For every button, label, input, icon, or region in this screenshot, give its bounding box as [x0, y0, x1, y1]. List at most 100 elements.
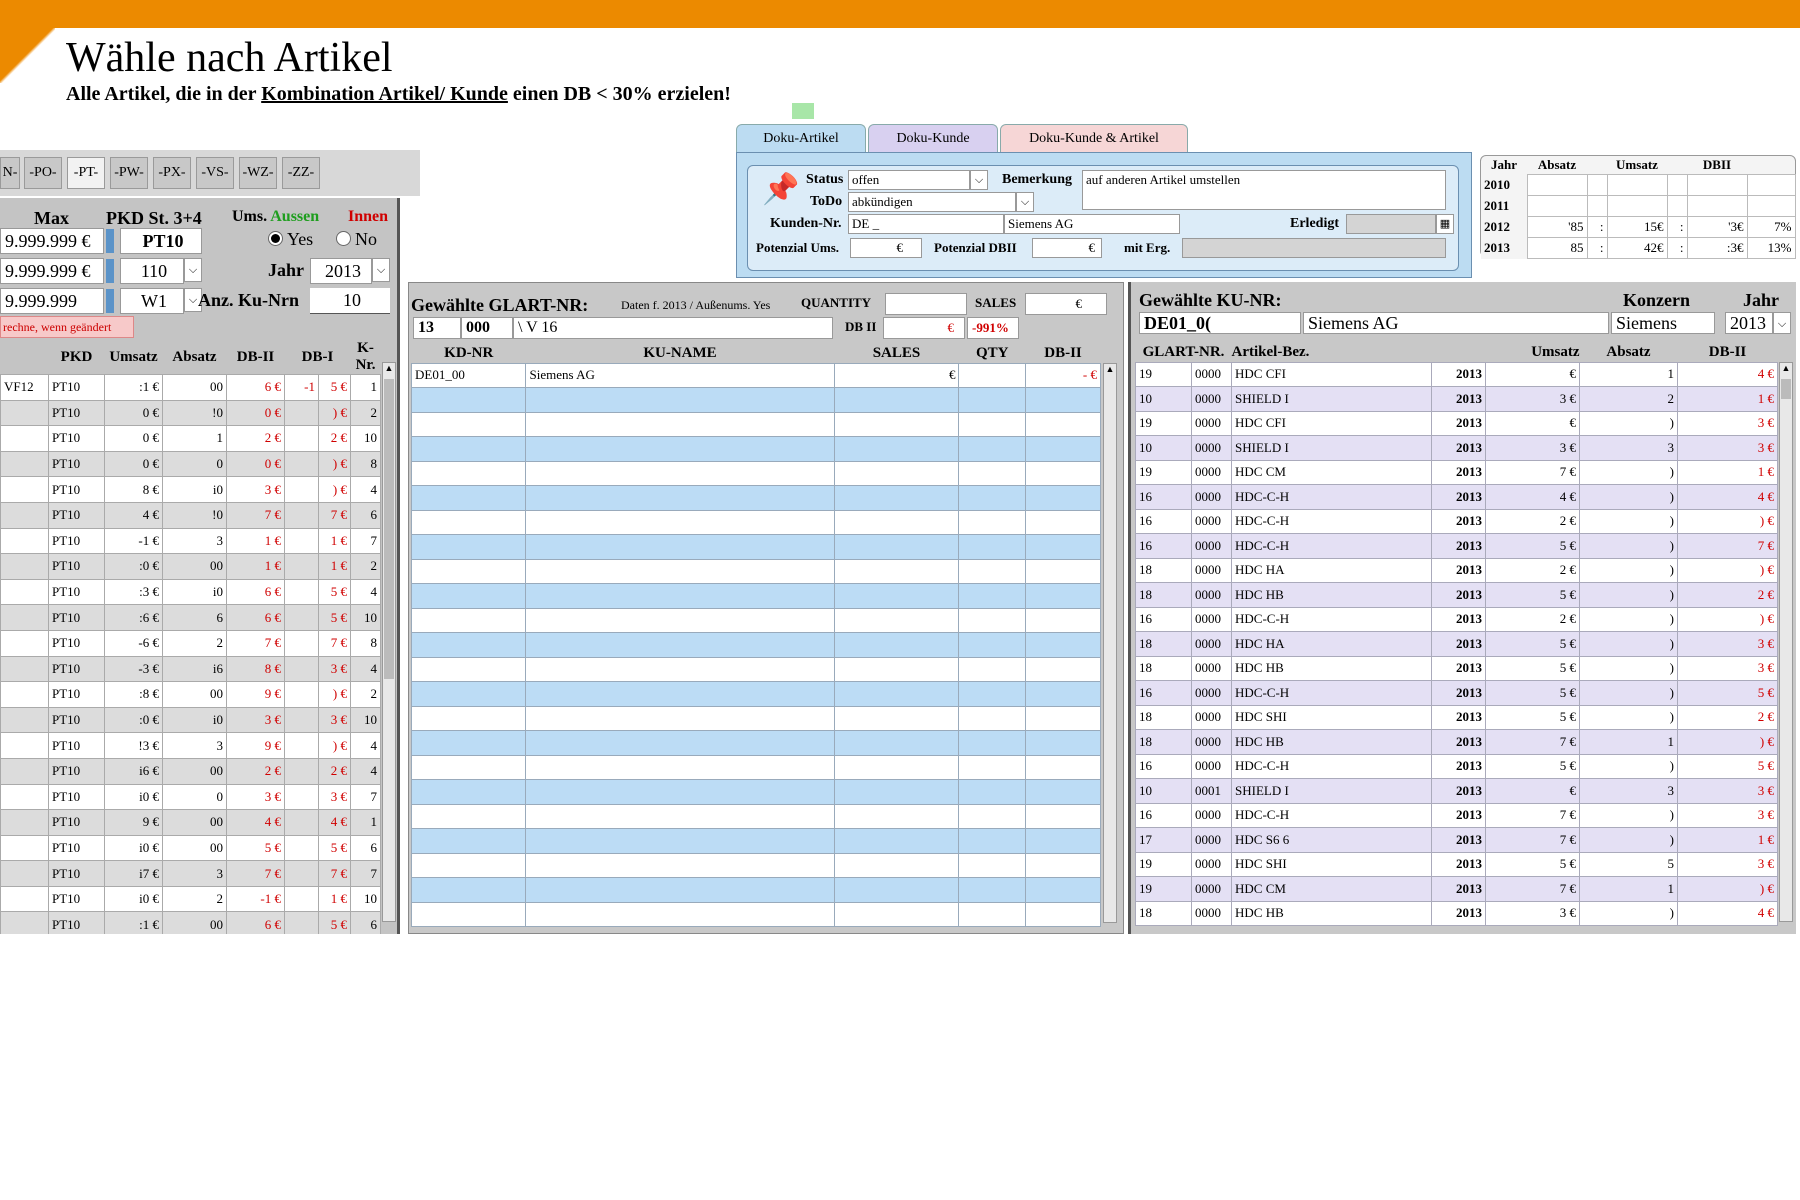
potenzial-ums-field[interactable]: € [850, 238, 922, 258]
subtitle-link[interactable]: Kombination Artikel/ Kunde [261, 83, 508, 105]
max-umsatz-field[interactable]: 9.999.999 € [0, 228, 104, 254]
table-row[interactable]: 18 0000 HDC HB 2013 7 €1) € [1135, 729, 1779, 755]
table-row[interactable]: 19 0000 HDC SHI 2013 5 €5 3 € [1135, 851, 1779, 877]
col-artikel-bez[interactable]: Artikel-Bez. [1232, 344, 1432, 362]
table-row[interactable]: PT10 -3 € i6 8 € 3 €4 [0, 655, 382, 683]
table-row[interactable] [410, 877, 1101, 903]
w-field[interactable]: W1 [120, 288, 184, 314]
table-row[interactable]: 19 0000 HDC CFI 2013 €1 4 € [1135, 361, 1779, 387]
tab-vs[interactable]: -VS- [196, 157, 234, 189]
table-row[interactable]: PT10 4 € !0 7 €7 €6 [0, 501, 382, 529]
table-row[interactable]: 18 0000 HDC HB 2013 5 €) 2 € [1135, 582, 1779, 608]
table-row[interactable]: 18 0000 HDC SHI 2013 5 €) 2 € [1135, 704, 1779, 730]
scroll-up-icon[interactable]: ▲ [383, 363, 395, 377]
table-row[interactable]: 18 0000 HDC HA 2013 2 €)) € [1135, 557, 1779, 583]
table-row[interactable]: PT10 8 € i0 3 €) €4 [0, 476, 382, 503]
potenzial-db-field[interactable]: € [1032, 238, 1102, 258]
table-row[interactable]: 18 0000 HDC HA 2013 5 €) 3 € [1135, 631, 1779, 657]
table-row[interactable] [410, 901, 1101, 927]
table-row[interactable] [410, 485, 1101, 511]
table-row[interactable] [410, 411, 1101, 437]
table-row[interactable] [410, 632, 1101, 658]
tab-po[interactable]: -PO- [24, 157, 62, 189]
table-row[interactable]: PT10:6 €6 6 € 5 €10 [0, 604, 382, 631]
table-row[interactable]: PT10 -6 €2 7 €7 €8 [0, 629, 382, 657]
table-row[interactable] [410, 558, 1101, 584]
table-row[interactable]: PT10 9 €00 4 €4 €1 [0, 809, 382, 836]
table-row[interactable]: PT10 -1 €3 1 €1 €7 [0, 527, 382, 555]
table-row[interactable]: PT10 i6 €00 2 €2 €4 [0, 757, 382, 785]
table-row[interactable] [410, 534, 1101, 560]
table-row[interactable] [410, 828, 1101, 854]
scroll-thumb[interactable] [384, 379, 394, 679]
col-r-absatz[interactable]: Absatz [1580, 344, 1678, 362]
table-row[interactable]: 16 0000 HDC-C-H 2013 7 €) 3 € [1135, 802, 1779, 828]
table-row[interactable] [410, 509, 1101, 535]
tab-doku-kunde-artikel[interactable]: Doku-Kunde & Artikel [1000, 124, 1188, 152]
col-dbii[interactable]: DB-II [1026, 345, 1101, 363]
table-row[interactable] [410, 656, 1101, 682]
sales-field[interactable]: € [1025, 293, 1107, 315]
radio-no-dot[interactable] [336, 231, 351, 247]
table-row[interactable]: PT10 i0 €2 -1 € 1 €10 [0, 885, 382, 913]
table-row[interactable] [410, 436, 1101, 462]
col-r-umsatz[interactable]: Umsatz [1486, 344, 1579, 362]
radio-no[interactable]: No [336, 229, 377, 250]
kunden-name-field[interactable]: Siemens AG [1004, 214, 1180, 234]
table-row[interactable]: 10 0000 SHIELD I 2013 3 €3 3 € [1135, 435, 1779, 461]
table-row[interactable]: 19 0000 HDC CM 2013 7 €) 1 € [1135, 459, 1779, 485]
table-row[interactable]: PT10:0 €00 1 €1 €2 [0, 553, 382, 580]
tab-n[interactable]: N- [0, 157, 20, 189]
kunr-name-field[interactable]: Siemens AG [1303, 312, 1609, 334]
tab-pt[interactable]: -PT- [67, 157, 105, 189]
pkd-field[interactable]: PT10 [120, 228, 202, 254]
bemerkung-field[interactable]: auf anderen Artikel umstellen [1082, 170, 1446, 210]
table-row[interactable]: DE01_00 Siemens AG € - € [410, 362, 1101, 388]
table-row[interactable]: 16 0000 HDC-C-H 2013 5 €) 5 € [1135, 680, 1779, 706]
article-table-scrollbar[interactable]: ▲ [382, 362, 396, 922]
table-row[interactable] [410, 803, 1101, 829]
table-row[interactable] [410, 607, 1101, 633]
col-qty[interactable]: QTY [959, 345, 1026, 363]
table-row[interactable]: PT10 0 € !0 0 €) €2 [0, 399, 382, 427]
table-row[interactable]: 19 0000 HDC CFI 2013 €) 3 € [1135, 410, 1779, 436]
articles-scroll-thumb[interactable] [1781, 379, 1791, 399]
recalc-button[interactable]: rechne, wenn geändert [0, 316, 134, 338]
jahr-dropdown-icon[interactable]: ⌵ [372, 258, 390, 282]
table-row[interactable]: PT10 0 €1 2 €2 €10 [0, 425, 382, 452]
col-glartnr[interactable]: GLART-NR. [1136, 344, 1232, 362]
quantity-field[interactable] [885, 293, 967, 315]
col-db2[interactable]: DB-II [227, 340, 285, 375]
table-row[interactable]: 10 0001 SHIELD I 2013 €3 3 € [1135, 778, 1779, 804]
glart-part-b[interactable]: 000 [461, 317, 513, 339]
st-field[interactable]: 110 [120, 258, 184, 284]
tab-pw[interactable]: -PW- [110, 157, 148, 189]
table-row[interactable] [410, 460, 1101, 486]
table-row[interactable]: 16 0000 HDC-C-H 2013 2 €)) € [1135, 606, 1779, 632]
anz-field[interactable]: 10 [310, 288, 390, 314]
customer-articles-scrollbar[interactable]: ▲ [1779, 362, 1793, 922]
tab-doku-artikel[interactable]: Doku-Artikel [736, 124, 866, 152]
konzern-field[interactable]: Siemens [1611, 312, 1715, 334]
table-row[interactable]: 18 0000 HDC HB 2013 3 €) 4 € [1135, 900, 1779, 926]
db-percent-field[interactable]: -991% [967, 317, 1019, 339]
col-db1[interactable]: DB-I [285, 340, 351, 375]
kunden-nr-field[interactable]: DE _ [848, 214, 1004, 234]
glart-description[interactable]: \ V 16 [513, 317, 833, 339]
col-sales[interactable]: SALES [834, 345, 959, 363]
mit-erg-field[interactable] [1182, 238, 1446, 258]
table-row[interactable] [410, 779, 1101, 805]
todo-dropdown-icon[interactable]: ⌵ [1016, 192, 1034, 212]
table-row[interactable]: 18 0000 HDC HB 2013 5 €) 3 € [1135, 655, 1779, 681]
jahr-field[interactable]: 2013 [310, 258, 372, 284]
col-kuname[interactable]: KU-NAME [526, 345, 834, 363]
table-row[interactable]: 19 0000 HDC CM 2013 7 €1) € [1135, 876, 1779, 902]
table-row[interactable]: VF12 PT10:1 €00 6 € -1 5 €1 [0, 374, 382, 401]
max-db-field[interactable]: 9.999.999 [0, 288, 104, 314]
table-row[interactable]: 16 0000 HDC-C-H 2013 5 €) 5 € [1135, 753, 1779, 779]
right-jahr-field[interactable]: 2013 [1725, 312, 1773, 334]
col-knr[interactable]: K-Nr. [351, 340, 381, 375]
table-row[interactable]: PT10 i7 €3 7 €7 €7 [0, 860, 382, 887]
status-field[interactable]: offen [848, 170, 970, 190]
radio-yes-dot[interactable] [268, 231, 283, 247]
